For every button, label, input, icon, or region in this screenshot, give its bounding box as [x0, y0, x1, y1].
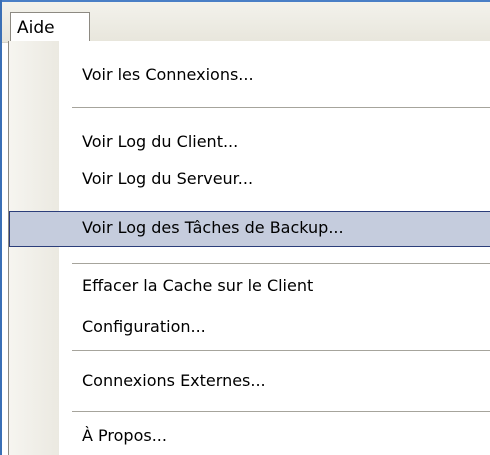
- menu-separator: [72, 350, 490, 351]
- menu-item-voir-log-client[interactable]: Voir Log du Client...: [9, 125, 490, 159]
- menu-item-label: À Propos...: [82, 426, 167, 445]
- menu-item-label: Connexions Externes...: [82, 371, 266, 390]
- menu-item-label: Voir Log des Tâches de Backup...: [82, 218, 344, 237]
- menu-item-label: Effacer la Cache sur le Client: [82, 276, 314, 295]
- menu-item-label: Voir les Connexions...: [82, 65, 254, 84]
- menu-item-configuration[interactable]: Configuration...: [9, 310, 490, 344]
- application-window: Aide Voir les Connexions... Voir Log du …: [0, 0, 490, 455]
- menu-item-connexions-externes[interactable]: Connexions Externes...: [9, 364, 490, 398]
- menu-item-voir-connexions[interactable]: Voir les Connexions...: [9, 58, 490, 92]
- aide-dropdown-menu: Voir les Connexions... Voir Log du Clien…: [8, 41, 490, 455]
- menu-item-voir-log-taches-backup[interactable]: Voir Log des Tâches de Backup...: [9, 211, 490, 247]
- menu-item-label: Voir Log du Serveur...: [82, 169, 254, 188]
- window-border-left: [0, 0, 2, 455]
- menu-separator: [72, 411, 490, 412]
- menu-bar: Aide: [2, 2, 490, 44]
- menu-item-effacer-cache-client[interactable]: Effacer la Cache sur le Client: [9, 269, 490, 303]
- menu-item-label: Configuration...: [82, 317, 206, 336]
- menu-item-voir-log-serveur[interactable]: Voir Log du Serveur...: [9, 162, 490, 196]
- menu-item-label: Voir Log du Client...: [82, 132, 239, 151]
- menu-separator: [72, 107, 490, 108]
- menu-aide[interactable]: Aide: [10, 12, 90, 44]
- menu-separator: [72, 263, 490, 264]
- menu-item-a-propos[interactable]: À Propos...: [9, 419, 490, 453]
